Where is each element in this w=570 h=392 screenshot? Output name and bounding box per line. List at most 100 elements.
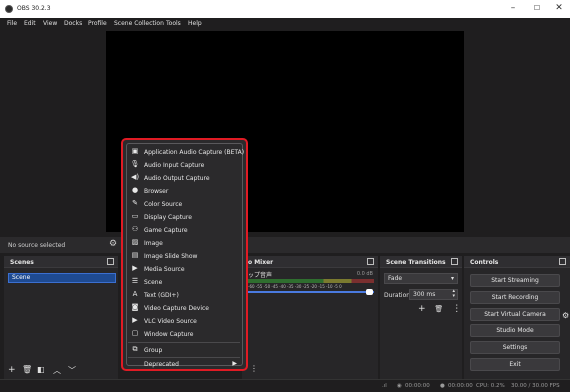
menu-item-scene[interactable]: ☰ Scene: [128, 276, 240, 288]
status-bar: .ıl ◉ 00:00:00 ● 00:00:00 CPU: 0.2% 30.0…: [0, 379, 570, 392]
transition-selected: Fade: [388, 275, 403, 282]
mixer-db-value: 0.0 dB: [356, 271, 373, 277]
menu-item-media-source[interactable]: ▶ Media Source: [128, 263, 240, 275]
menu-scene-collection[interactable]: Scene Collection: [114, 20, 164, 27]
controls-header: Controls: [464, 256, 570, 268]
menu-tools[interactable]: Tools: [166, 20, 181, 27]
menu-file[interactable]: File: [7, 20, 17, 27]
gear-icon[interactable]: ⚙: [109, 239, 117, 249]
window-icon: ▢: [131, 329, 139, 337]
menu-item-image-slide-show[interactable]: ▤ Image Slide Show: [128, 250, 240, 262]
brush-icon: ✎: [132, 199, 138, 207]
slideshow-icon: ▤: [131, 251, 139, 259]
app-audio-icon: ▣: [131, 147, 139, 155]
settings-button[interactable]: Settings: [470, 341, 560, 354]
menu-item-audio-output-capture[interactable]: ◀) Audio Output Capture: [128, 172, 240, 184]
menu-view[interactable]: View: [43, 20, 57, 27]
scene-transitions-dock: Scene Transitions Fade ▾ Duration 300 ms…: [380, 256, 462, 379]
meter-scale: -60 -55 -50 -45 -40 -35 -30 -25 -20 -15 …: [248, 284, 342, 289]
mixer-track-name: ップ音声: [248, 272, 273, 279]
menu-item-group[interactable]: ⧉ Group: [128, 344, 240, 356]
group-icon: ⧉: [132, 345, 138, 353]
menu-item-browser[interactable]: ● Browser: [128, 185, 240, 197]
volume-slider[interactable]: [248, 291, 374, 293]
chevron-down-icon: ▾: [450, 275, 454, 282]
signal-icon: .ıl: [382, 383, 387, 389]
monitor-icon: ▭: [131, 212, 139, 220]
studio-mode-button[interactable]: Studio Mode: [470, 324, 560, 337]
audio-mixer-dock: o Mixer ップ音声 0.0 dB -60 -55 -50 -45 -40 …: [242, 256, 378, 379]
menu-item-game-capture[interactable]: ⚇ Game Capture: [128, 224, 240, 236]
menu-docks[interactable]: Docks: [64, 20, 82, 27]
submenu-arrow-icon: ▶: [232, 360, 237, 367]
more-icon[interactable]: ⋮: [452, 304, 461, 314]
add-icon[interactable]: +: [8, 365, 16, 375]
menu-help[interactable]: Help: [188, 20, 202, 27]
menu-item-image[interactable]: ▨ Image: [128, 237, 240, 249]
source-status: No source selected: [8, 242, 66, 249]
menu-separator: [128, 342, 240, 343]
stream-time: 00:00:00: [405, 383, 430, 389]
menu-bar: File Edit View Docks Profile Scene Colle…: [0, 18, 570, 30]
play-icon: ▶: [132, 316, 138, 324]
start-streaming-button[interactable]: Start Streaming: [470, 274, 560, 287]
mixer-header: o Mixer: [242, 256, 378, 268]
exit-button[interactable]: Exit: [470, 358, 560, 371]
obs-logo-icon: [5, 5, 13, 13]
record-time: 00:00:00: [448, 383, 473, 389]
gamepad-icon: ⚇: [131, 225, 139, 233]
scenes-dock: Scenes Scene + 🗑 ◧ ︿ ﹀: [4, 256, 118, 379]
transitions-header: Scene Transitions: [380, 256, 462, 268]
float-dock-icon[interactable]: [451, 258, 458, 265]
image-icon: ▨: [131, 238, 139, 246]
float-dock-icon[interactable]: [107, 258, 114, 265]
filter-icon[interactable]: ◧: [37, 365, 45, 374]
volume-meter: [248, 279, 374, 283]
stream-icon: ◉: [397, 383, 402, 389]
start-virtual-camera-button[interactable]: Start Virtual Camera: [470, 308, 560, 321]
gear-icon[interactable]: ⚙: [562, 311, 569, 320]
cpu-usage: CPU: 0.2%: [476, 383, 505, 389]
trash-icon[interactable]: 🗑: [434, 305, 443, 313]
start-recording-button[interactable]: Start Recording: [470, 291, 560, 304]
more-icon[interactable]: ⋮: [250, 364, 258, 373]
minimize-button[interactable]: –: [506, 3, 520, 13]
maximize-button[interactable]: ☐: [530, 4, 544, 12]
mixer-title: o Mixer: [248, 259, 274, 266]
volume-slider-handle[interactable]: [366, 289, 373, 295]
scenes-footer: + 🗑 ◧ ︿ ﹀: [4, 363, 118, 379]
scene-list-item[interactable]: Scene: [8, 273, 116, 283]
chevron-down-icon[interactable]: ﹀: [68, 365, 76, 376]
source-toolbar: No source selected ⚙: [0, 237, 570, 253]
spinner-icon[interactable]: ▴ ▾: [452, 289, 455, 299]
list-icon: ☰: [131, 277, 139, 285]
chevron-up-icon[interactable]: ︿: [53, 365, 61, 376]
scenes-header: Scenes: [4, 256, 118, 268]
camera-icon: ◙: [131, 303, 139, 311]
record-icon: ●: [440, 383, 445, 389]
add-icon[interactable]: +: [418, 304, 426, 314]
transition-select[interactable]: Fade ▾: [384, 273, 458, 284]
float-dock-icon[interactable]: [367, 258, 374, 265]
float-dock-icon[interactable]: [559, 258, 566, 265]
close-button[interactable]: ✕: [552, 3, 566, 13]
microphone-icon: 🎙: [130, 160, 140, 168]
trash-icon[interactable]: 🗑: [22, 365, 32, 374]
menu-item-vlc-video-source[interactable]: ▶ VLC Video Source: [128, 315, 240, 327]
speaker-icon: ◀): [130, 173, 140, 181]
controls-dock: Controls Start Streaming Start Recording…: [464, 256, 570, 379]
menu-item-text-gdi[interactable]: A Text (GDI+): [128, 289, 240, 301]
menu-edit[interactable]: Edit: [24, 20, 36, 27]
menu-item-window-capture[interactable]: ▢ Window Capture: [128, 328, 240, 340]
menu-profile[interactable]: Profile: [88, 20, 107, 27]
menu-item-display-capture[interactable]: ▭ Display Capture: [128, 211, 240, 223]
duration-input[interactable]: 300 ms ▴ ▾: [409, 289, 458, 300]
transitions-title: Scene Transitions: [386, 259, 446, 266]
globe-icon: ●: [131, 186, 139, 194]
menu-item-color-source[interactable]: ✎ Color Source: [128, 198, 240, 210]
play-icon: ▶: [132, 264, 138, 272]
menu-item-application-audio-capture[interactable]: ▣ Application Audio Capture (BETA): [128, 146, 244, 158]
menu-item-deprecated[interactable]: Deprecated ▶: [128, 358, 240, 370]
menu-item-audio-input-capture[interactable]: 🎙 Audio Input Capture: [128, 159, 240, 171]
menu-item-video-capture-device[interactable]: ◙ Video Capture Device: [128, 302, 240, 314]
